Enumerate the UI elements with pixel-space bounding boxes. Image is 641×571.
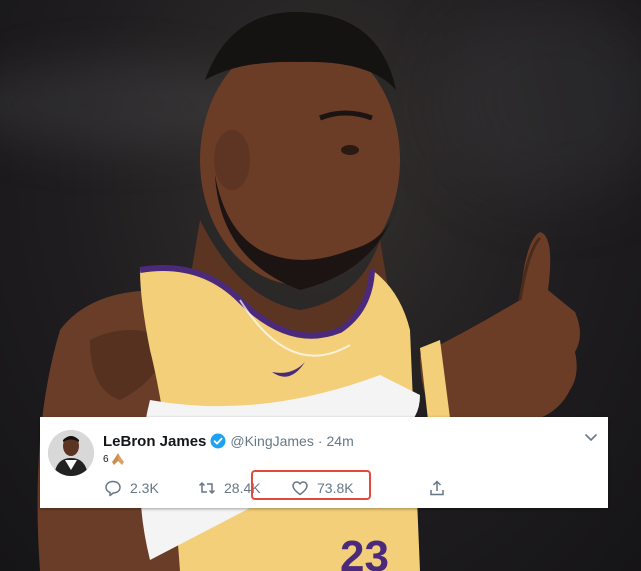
tweet-text: 6 [103, 453, 125, 465]
tweet-header: LeBron James @KingJames · 24m [103, 431, 354, 451]
verified-badge-icon [210, 433, 226, 449]
tweet-text-content: 6 [103, 453, 109, 465]
author-handle[interactable]: @KingJames [230, 433, 313, 449]
svg-text:23: 23 [340, 532, 389, 571]
chevron-down-icon[interactable] [584, 433, 598, 443]
share-icon [430, 480, 444, 496]
reply-button[interactable]: 2.3K [104, 479, 159, 497]
folded-hands-icon [111, 453, 125, 465]
share-button[interactable] [428, 479, 446, 497]
avatar[interactable] [48, 430, 94, 476]
separator-dot: · [317, 433, 323, 449]
reply-count: 2.3K [130, 480, 159, 496]
retweet-icon [198, 481, 216, 495]
tweet-timestamp[interactable]: 24m [327, 433, 354, 449]
reply-icon [105, 480, 121, 497]
likes-highlight-box [251, 470, 371, 500]
author-name[interactable]: LeBron James [103, 433, 206, 450]
